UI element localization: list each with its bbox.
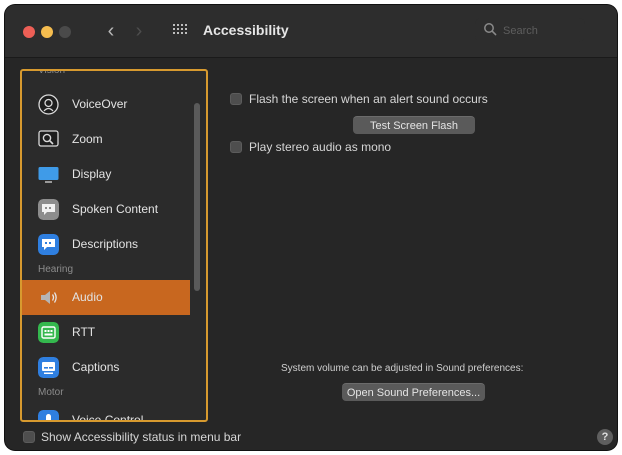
voiceover-icon <box>38 94 59 115</box>
show-status-menu-label: Show Accessibility status in menu bar <box>41 430 242 444</box>
section-label-motor: Motor <box>38 387 64 398</box>
search-icon <box>484 23 497 36</box>
flash-screen-label: Flash the screen when an alert sound occ… <box>249 92 488 106</box>
test-screen-flash-button[interactable]: Test Screen Flash <box>353 116 475 134</box>
show-status-menu-checkbox[interactable] <box>23 431 35 443</box>
minimize-window-button[interactable] <box>41 26 53 38</box>
sidebar-item-spoken-content[interactable]: Spoken Content <box>22 192 190 227</box>
sidebar-item-label: RTT <box>72 325 96 339</box>
section-label-hearing: Hearing <box>38 264 74 275</box>
sidebar-item-voice-control[interactable]: Voice Control <box>22 403 190 422</box>
sidebar-item-label: Zoom <box>72 132 103 146</box>
show-all-grid-icon[interactable] <box>172 23 190 39</box>
back-button[interactable]: ‹ <box>100 17 122 45</box>
mono-audio-label: Play stereo audio as mono <box>249 140 392 154</box>
zoom-window-button[interactable] <box>59 26 71 38</box>
forward-button[interactable]: › <box>128 17 150 45</box>
descriptions-icon <box>38 234 59 255</box>
rtt-icon <box>38 322 59 343</box>
sidebar-item-rtt[interactable]: RTT <box>22 315 190 350</box>
open-sound-preferences-button[interactable]: Open Sound Preferences... <box>342 383 485 401</box>
search-input[interactable] <box>501 20 585 42</box>
sidebar-item-captions[interactable]: Captions <box>22 350 190 385</box>
sidebar-scrollbar[interactable] <box>194 103 200 291</box>
voice-control-icon <box>38 410 59 420</box>
close-window-button[interactable] <box>23 26 35 38</box>
title-bar: ‹ › Accessibility <box>5 5 617 58</box>
display-icon <box>38 167 59 183</box>
mono-audio-checkbox[interactable] <box>230 141 242 153</box>
accessibility-window: ‹ › Accessibility Vision VoiceOver <box>5 5 617 450</box>
sidebar-item-voiceover[interactable]: VoiceOver <box>22 87 190 122</box>
sidebar-item-descriptions[interactable]: Descriptions <box>22 227 190 262</box>
window-title: Accessibility <box>203 22 289 38</box>
captions-icon <box>38 357 59 378</box>
help-button[interactable]: ? <box>597 429 613 445</box>
spoken-content-icon <box>38 199 59 220</box>
sidebar-item-label: Display <box>72 167 112 181</box>
zoom-icon <box>38 130 59 147</box>
sidebar-item-label: Voice Control <box>72 413 144 422</box>
section-label-vision: Vision <box>38 69 66 76</box>
sidebar-item-zoom[interactable]: Zoom <box>22 122 190 157</box>
sidebar: Vision VoiceOver Zoom Display Spoken Con… <box>20 69 208 422</box>
sidebar-item-label: Captions <box>72 360 120 374</box>
flash-screen-checkbox[interactable] <box>230 93 242 105</box>
sidebar-item-audio[interactable]: Audio <box>22 280 190 315</box>
search-field[interactable] <box>475 18 585 42</box>
audio-speaker-icon <box>41 291 57 304</box>
sidebar-item-label: Descriptions <box>72 237 139 251</box>
sidebar-item-display[interactable]: Display <box>22 157 190 192</box>
sound-preferences-note: System volume can be adjusted in Sound p… <box>281 363 524 374</box>
sidebar-item-label: VoiceOver <box>72 97 128 111</box>
sidebar-item-label: Audio <box>72 290 103 304</box>
bottom-bar: Show Accessibility status in menu bar <box>5 422 617 450</box>
sidebar-item-label: Spoken Content <box>72 202 159 216</box>
